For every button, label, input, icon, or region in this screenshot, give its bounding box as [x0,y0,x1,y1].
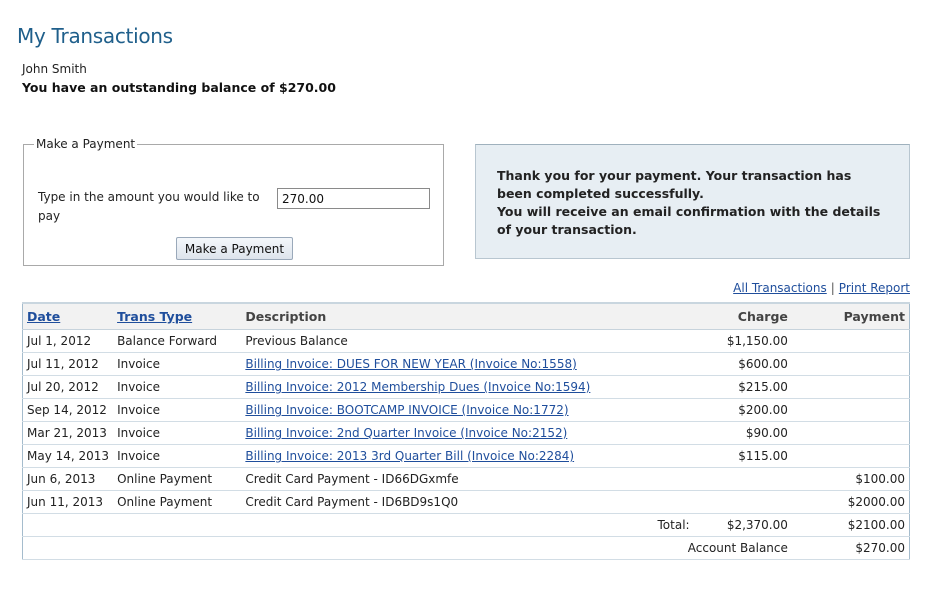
confirmation-line-1: Thank you for your payment. Your transac… [497,168,852,201]
payment-confirmation: Thank you for your payment. Your transac… [475,144,910,259]
row-description-cell[interactable]: Billing Invoice: BOOTCAMP INVOICE (Invoi… [241,398,694,422]
balance-spacer [22,536,593,560]
total-row: Total: $2,370.00 $2100.00 [22,513,910,537]
table-header-row: Date Trans Type Description Charge Payme… [22,302,910,330]
row-charge: $215.00 [693,375,792,399]
table-row: Jul 11, 2012 Invoice Billing Invoice: DUES… [22,352,910,376]
account-balance-row: Account Balance $270.00 [22,536,910,560]
row-payment [791,329,910,353]
page-title: My Transactions [17,24,173,48]
invoice-link[interactable]: Billing Invoice: BOOTCAMP INVOICE (Invoi… [245,403,568,417]
row-payment: $2000.00 [791,490,910,514]
user-name: John Smith [22,62,87,76]
header-description: Description [241,302,593,330]
row-trans-type: Invoice [113,398,242,422]
row-charge: $1,150.00 [693,329,792,353]
row-trans-type: Balance Forward [113,329,242,353]
row-payment [791,444,910,468]
row-date: Jun 6, 2013 [22,467,114,491]
row-date: Jul 11, 2012 [22,352,114,376]
row-description: Credit Card Payment - ID66DGxmfe [245,472,459,486]
invoice-link[interactable]: Billing Invoice: 2013 3rd Quarter Bill (… [245,449,574,463]
account-balance-value: $270.00 [791,536,910,560]
row-description: Previous Balance [245,334,348,348]
row-date: Jul 1, 2012 [22,329,114,353]
table-row: Jun 11, 2013 Online Payment Credit Card Pa… [22,490,910,514]
table-row: Jul 1, 2012 Balance Forward Previous Balan… [22,329,910,353]
row-description-cell: Previous Balance [241,329,694,353]
row-date: Sep 14, 2012 [22,398,114,422]
report-links: All Transactions | Print Report [733,281,910,295]
make-payment-legend: Make a Payment [36,137,136,151]
table-row: Mar 21, 2013 Invoice Billing Invoice: 2nd … [22,421,910,445]
row-trans-type: Invoice [113,375,242,399]
row-description-cell[interactable]: Billing Invoice: 2nd Quarter Invoice (In… [241,421,694,445]
invoice-link[interactable]: Billing Invoice: DUES FOR NEW YEAR (Invo… [245,357,576,371]
row-payment: $100.00 [791,467,910,491]
sort-date-link[interactable]: Date [27,309,60,324]
total-label: Total: [592,513,694,537]
row-charge: $90.00 [693,421,792,445]
print-report-link[interactable]: Print Report [839,281,910,295]
row-trans-type: Online Payment [113,467,242,491]
row-date: May 14, 2013 [22,444,114,468]
row-date: Jun 11, 2013 [22,490,114,514]
make-payment-form: Make a Payment Type in the amount you wo… [23,137,444,266]
total-charge: $2,370.00 [693,513,792,537]
row-charge [693,467,792,491]
row-date: Mar 21, 2013 [22,421,114,445]
row-trans-type: Invoice [113,352,242,376]
row-description-cell[interactable]: Billing Invoice: DUES FOR NEW YEAR (Invo… [241,352,694,376]
row-trans-type: Invoice [113,421,242,445]
sort-trans-type-link[interactable]: Trans Type [117,309,192,324]
header-spacer [592,302,694,330]
row-payment [791,421,910,445]
confirmation-line-2: You will receive an email confirmation w… [497,204,881,237]
row-description-cell: Credit Card Payment - ID66DGxmfe [241,467,694,491]
row-charge: $600.00 [693,352,792,376]
header-payment: Payment [791,302,910,330]
transactions-table: Date Trans Type Description Charge Payme… [22,302,910,560]
row-description: Credit Card Payment - ID6BD9s1Q0 [245,495,459,509]
row-charge: $115.00 [693,444,792,468]
row-payment [791,375,910,399]
amount-input[interactable] [277,188,430,209]
row-description-cell[interactable]: Billing Invoice: 2012 Membership Dues (I… [241,375,694,399]
row-charge: $200.00 [693,398,792,422]
make-payment-button[interactable]: Make a Payment [176,237,293,260]
row-description-cell: Credit Card Payment - ID6BD9s1Q0 [241,490,694,514]
row-date: Jul 20, 2012 [22,375,114,399]
total-spacer [22,513,593,537]
header-charge: Charge [693,302,792,330]
total-payment: $2100.00 [791,513,910,537]
row-trans-type: Online Payment [113,490,242,514]
row-trans-type: Invoice [113,444,242,468]
table-row: Jun 6, 2013 Online Payment Credit Card Pay… [22,467,910,491]
link-separator: | [830,281,835,295]
all-transactions-link[interactable]: All Transactions [733,281,827,295]
table-row: Sep 14, 2012 Invoice Billing Invoice: BOOT… [22,398,910,422]
table-row: May 14, 2013 Invoice Billing Invoice: 2013… [22,444,910,468]
row-charge [693,490,792,514]
balance-message: You have an outstanding balance of $270.… [22,80,336,95]
invoice-link[interactable]: Billing Invoice: 2012 Membership Dues (I… [245,380,590,394]
table-row: Jul 20, 2012 Invoice Billing Invoice: 2012… [22,375,910,399]
header-trans-type[interactable]: Trans Type [113,302,242,330]
invoice-link[interactable]: Billing Invoice: 2nd Quarter Invoice (In… [245,426,567,440]
amount-label: Type in the amount you would like to pay [38,190,260,223]
header-date[interactable]: Date [22,302,114,330]
row-description-cell[interactable]: Billing Invoice: 2013 3rd Quarter Bill (… [241,444,694,468]
account-balance-label: Account Balance [592,536,792,560]
row-payment [791,398,910,422]
row-payment [791,352,910,376]
